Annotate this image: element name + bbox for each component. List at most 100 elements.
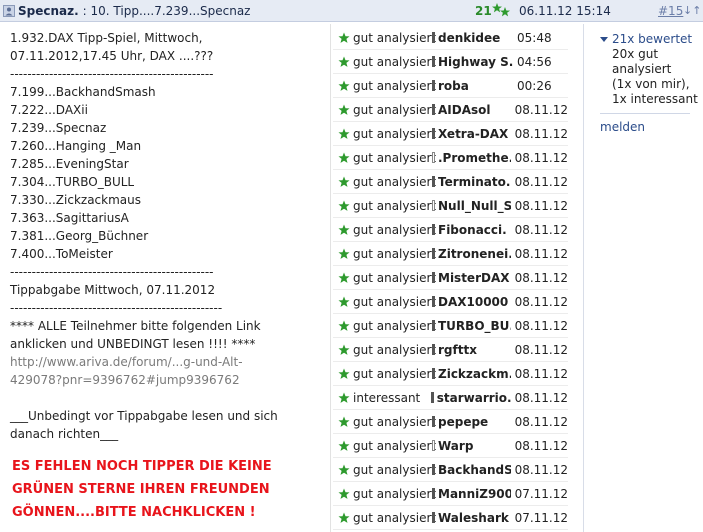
green-star-icon xyxy=(338,320,350,331)
rater-username-link[interactable]: ManniZ900 xyxy=(438,487,511,501)
rater-username-link[interactable]: TURBO_BU. xyxy=(438,319,511,333)
post-number-link[interactable]: #15 xyxy=(658,4,683,18)
tip-entry: 7.222...DAXii xyxy=(10,103,88,117)
user-status-bar-icon xyxy=(432,248,435,259)
column-divider xyxy=(583,24,584,532)
user-status-bar-icon xyxy=(432,512,435,523)
rating-detail: 20x gut analysiert xyxy=(612,47,672,76)
post-line: 07.11.2012,17.45 Uhr, DAX ....??? xyxy=(10,49,214,63)
green-stars-icon[interactable] xyxy=(492,2,510,18)
rater-username-link[interactable]: AIDAsol xyxy=(438,103,511,117)
rater-username-link[interactable]: Null_Null_S. xyxy=(438,199,511,213)
post-spacer xyxy=(10,389,328,407)
user-status-bar-icon xyxy=(432,32,435,43)
post-title: : 10. Tipp....7.239...Specnaz xyxy=(82,3,251,18)
rating-date: 08.11.12 xyxy=(514,246,568,261)
post-notice: ___Unbedingt vor Tippabgabe lesen und si… xyxy=(10,409,278,441)
tip-entry: 7.381...Georg_Büchner xyxy=(10,229,149,243)
rating-date: 08.11.12 xyxy=(514,462,568,477)
rating-row: gut analysiert roba 00:26 xyxy=(333,74,568,98)
navigate-arrows[interactable]: ↓↑ xyxy=(683,4,701,17)
user-status-bar-icon xyxy=(432,200,435,211)
rater-username-link[interactable]: Terminato. xyxy=(438,175,511,189)
rater-username-link[interactable]: BackhandS. xyxy=(438,463,511,477)
post-header: Specnaz. : 10. Tipp....7.239...Specnaz 2… xyxy=(0,0,703,22)
green-star-icon xyxy=(338,104,350,115)
green-star-icon xyxy=(338,344,350,355)
rating-row: gut analysiert Xetra-DAX 08.11.12 xyxy=(333,122,568,146)
rater-username-link[interactable]: Waleshark xyxy=(438,511,511,525)
rater-username-link[interactable]: starwarrio. xyxy=(437,391,511,405)
rating-row: gut analysiert Zickzackm. 08.11.12 xyxy=(333,362,568,386)
user-status-bar-icon xyxy=(432,272,435,283)
forum-link[interactable]: http://www.ariva.de/forum/...g-und-Alt-4… xyxy=(10,353,285,389)
sidebar-divider xyxy=(600,113,690,114)
rating-count: 21 xyxy=(475,4,492,18)
rating-row: gut analysiert Warp 08.11.12 xyxy=(333,434,568,458)
green-star-icon xyxy=(338,392,350,403)
rating-type: gut analysiert xyxy=(353,270,437,285)
green-star-icon xyxy=(338,368,350,379)
green-star-icon xyxy=(338,512,350,523)
user-status-bar-icon xyxy=(432,176,435,187)
rating-date: 07.11.12 xyxy=(514,486,568,501)
user-status-bar-icon xyxy=(432,416,435,427)
user-status-bar-icon xyxy=(432,440,435,451)
rater-username-link[interactable]: Xetra-DAX xyxy=(438,127,511,141)
rater-username-link[interactable]: .Promethe. xyxy=(438,151,511,165)
green-star-icon xyxy=(338,416,350,427)
rating-date: 08.11.12 xyxy=(514,270,568,285)
report-link[interactable]: melden xyxy=(600,120,700,135)
rating-date: 07.11.12 xyxy=(514,510,568,525)
rating-summary: 21x bewertet 20x gut analysiert (1x von … xyxy=(600,32,700,135)
user-status-bar-icon xyxy=(432,488,435,499)
rating-type: gut analysiert xyxy=(353,294,437,309)
rater-username-link[interactable]: roba xyxy=(438,79,513,93)
rating-row: gut analysiert ManniZ900 07.11.12 xyxy=(333,482,568,506)
ratings-list: gut analysiert denkidee 05:48 gut analysier… xyxy=(333,26,568,530)
user-status-bar-icon xyxy=(432,152,435,163)
rating-row: gut analysiert Waleshark 07.11.12 xyxy=(333,506,568,530)
green-star-icon xyxy=(338,440,350,451)
rater-username-link[interactable]: rgfttx xyxy=(438,343,511,357)
rating-row: gut analysiert Zitronenei. 08.11.12 xyxy=(333,242,568,266)
rater-username-link[interactable]: denkidee xyxy=(438,31,513,45)
rating-row: gut analysiert .Promethe. 08.11.12 xyxy=(333,146,568,170)
rater-username-link[interactable]: MisterDAX xyxy=(438,271,511,285)
user-status-bar-icon xyxy=(432,344,435,355)
post-date: 06.11.12 15:14 xyxy=(519,4,611,18)
tip-entry: 7.285...EveningStar xyxy=(10,157,129,171)
rating-type: gut analysiert xyxy=(353,174,437,189)
rating-detail: (1x von mir), xyxy=(612,77,690,91)
green-star-icon xyxy=(338,200,350,211)
rating-type: gut analysiert xyxy=(353,462,437,477)
rater-username-link[interactable]: DAX10000 xyxy=(438,295,511,309)
green-star-icon xyxy=(338,128,350,139)
tip-entry: 7.330...Zickzackmaus xyxy=(10,193,141,207)
rating-date: 08.11.12 xyxy=(514,438,568,453)
green-star-icon xyxy=(338,80,350,91)
rating-date: 08.11.12 xyxy=(514,222,568,237)
rated-toggle[interactable]: 21x bewertet xyxy=(600,32,700,47)
rating-row: gut analysiert TURBO_BU. 08.11.12 xyxy=(333,314,568,338)
post-separator: ----------------------------------------… xyxy=(10,301,223,315)
rater-username-link[interactable]: Zickzackm. xyxy=(438,367,511,381)
rating-type: gut analysiert xyxy=(353,198,437,213)
rating-row: gut analysiert MisterDAX 08.11.12 xyxy=(333,266,568,290)
rating-type: gut analysiert xyxy=(353,150,437,165)
user-status-bar-icon xyxy=(432,296,435,307)
green-star-icon xyxy=(338,464,350,475)
post-author-link[interactable]: Specnaz. xyxy=(18,4,79,18)
rating-date: 04:56 xyxy=(517,54,552,69)
rating-row: gut analysiert Highway S. 04:56 xyxy=(333,50,568,74)
rating-row: gut analysiert Fibonacci. 08.11.12 xyxy=(333,218,568,242)
rater-username-link[interactable]: Zitronenei. xyxy=(438,247,511,261)
rating-row: gut analysiert rgfttx 08.11.12 xyxy=(333,338,568,362)
rater-username-link[interactable]: Fibonacci. xyxy=(438,223,511,237)
rater-username-link[interactable]: Highway S. xyxy=(438,55,513,69)
rater-username-link[interactable]: Warp xyxy=(438,439,511,453)
rater-username-link[interactable]: pepepe xyxy=(438,415,511,429)
rating-date: 08.11.12 xyxy=(514,174,568,189)
rating-row: gut analysiert pepepe 08.11.12 xyxy=(333,410,568,434)
rating-row: gut analysiert Null_Null_S. 08.11.12 xyxy=(333,194,568,218)
